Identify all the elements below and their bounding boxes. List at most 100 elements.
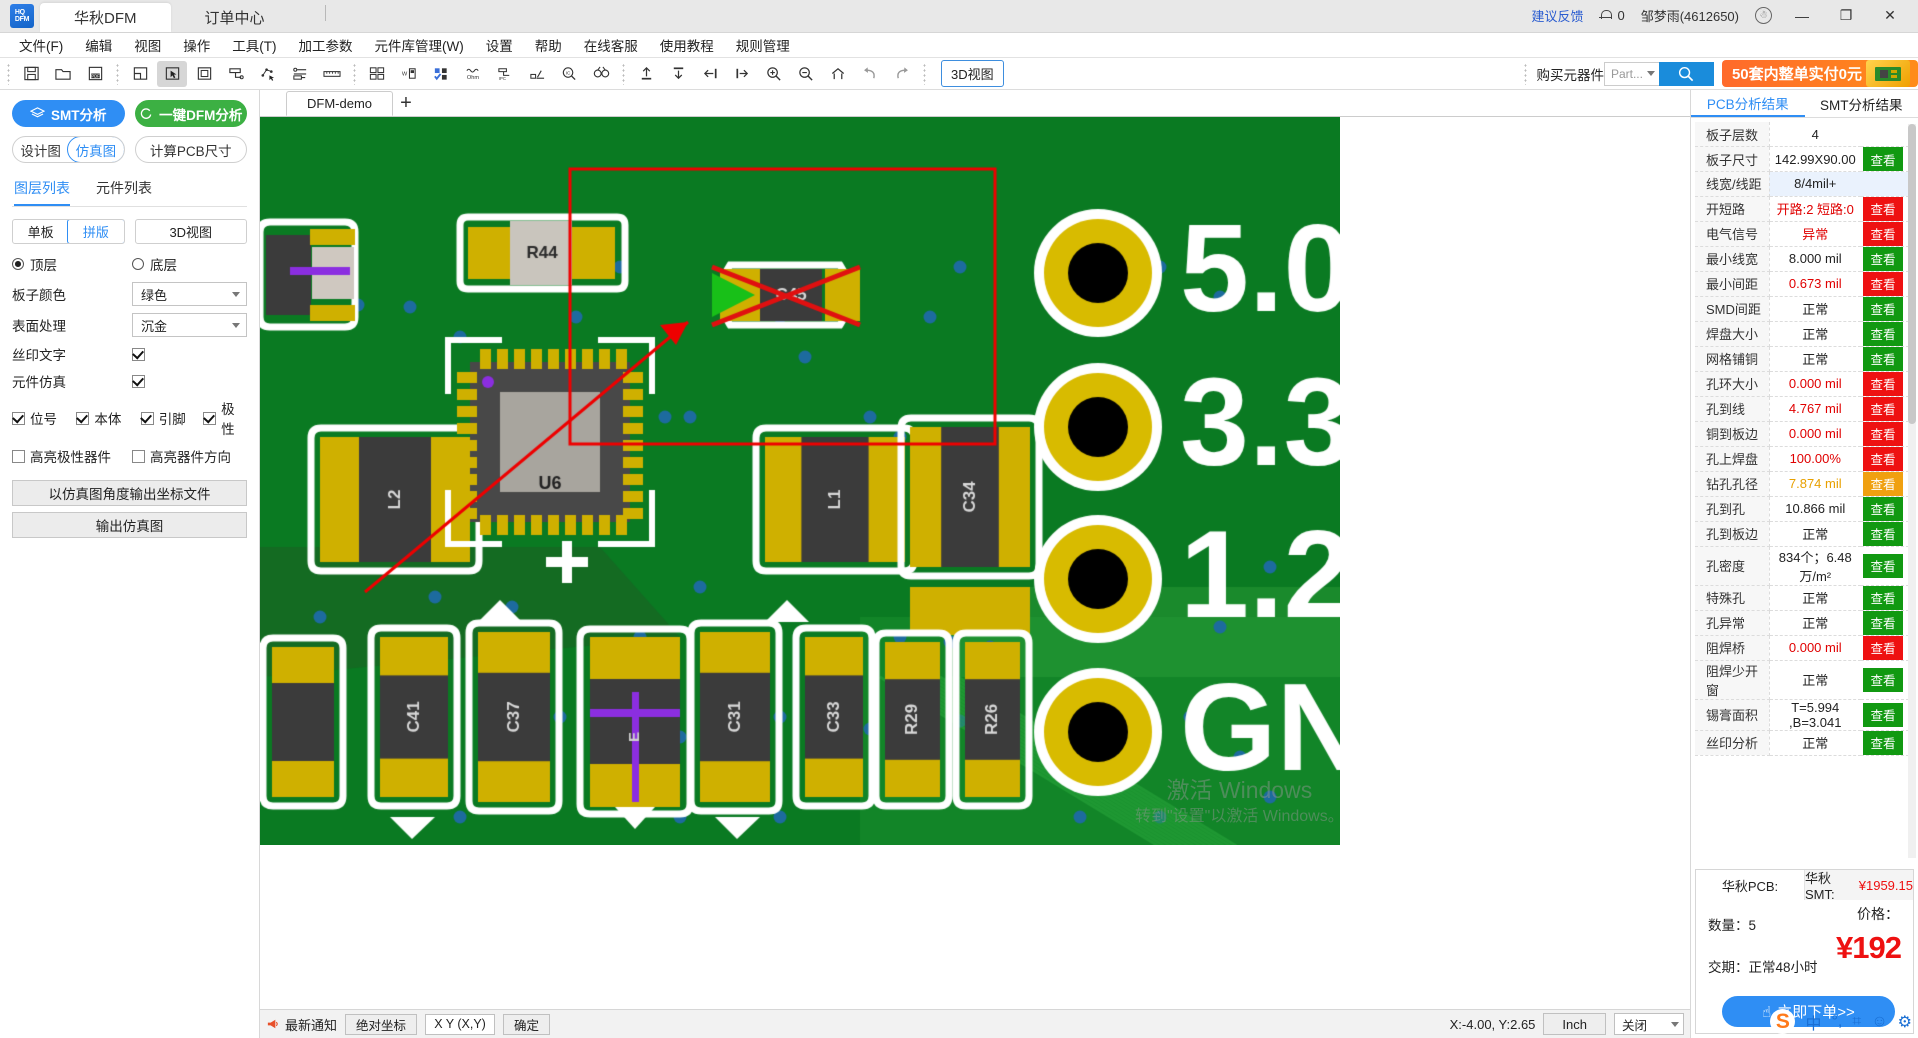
dfm-analysis-button[interactable]: 一键DFM分析 <box>135 100 248 127</box>
calc-pcb-size-button[interactable]: 计算PCB尺寸 <box>135 136 248 163</box>
close-button[interactable]: ✕ <box>1876 7 1904 24</box>
menu-view[interactable]: 视图 <box>123 32 172 58</box>
board-color-select[interactable]: 绿色 <box>132 282 247 306</box>
add-tab-button[interactable]: + <box>393 93 419 116</box>
menu-tutorial[interactable]: 使用教程 <box>649 32 725 58</box>
stencil-icon[interactable] <box>522 61 552 87</box>
top-align-icon[interactable] <box>631 61 661 87</box>
menu-process-params[interactable]: 加工参数 <box>288 32 364 58</box>
layer-compare-icon[interactable] <box>285 61 315 87</box>
export-coordinate-file-button[interactable]: 以仿真图角度输出坐标文件 <box>12 480 247 506</box>
smt-analysis-button[interactable]: SMT分析 <box>12 100 125 127</box>
view-button[interactable]: 查看 <box>1863 347 1902 371</box>
view-button[interactable]: 查看 <box>1863 472 1902 496</box>
part-category-select[interactable]: Part... <box>1604 62 1659 86</box>
menu-settings[interactable]: 设置 <box>475 32 524 58</box>
maximize-button[interactable]: ❐ <box>1832 7 1860 24</box>
latest-notice-button[interactable]: 最新通知 <box>266 1015 337 1034</box>
radio-top-layer[interactable]: 顶层 <box>12 254 132 274</box>
region-tool-icon[interactable] <box>221 61 251 87</box>
checkbox-designator[interactable]: 位号 <box>12 398 76 438</box>
tab-pcb-results[interactable]: PCB分析结果 <box>1691 90 1805 117</box>
toolbar-grip-4[interactable] <box>620 63 627 85</box>
export-pdf-icon[interactable]: PDF <box>80 61 110 87</box>
component-sim-checkbox[interactable] <box>132 375 145 388</box>
save-icon[interactable] <box>16 61 46 87</box>
toolbar-grip-6[interactable] <box>1522 63 1529 85</box>
bottom-align-icon[interactable] <box>663 61 693 87</box>
view-button[interactable]: 查看 <box>1863 422 1902 446</box>
menu-help[interactable]: 帮助 <box>524 32 573 58</box>
ime-emoji-icon[interactable]: ☺ <box>1871 1013 1887 1031</box>
ime-punctuation-icon[interactable]: °, <box>1831 1013 1842 1031</box>
view-button[interactable]: 查看 <box>1863 197 1902 221</box>
tab-layer-list[interactable]: 图层列表 <box>14 175 70 206</box>
ic-zoom-icon[interactable]: IC <box>554 61 584 87</box>
ipc-icon[interactable]: IPC <box>490 61 520 87</box>
view-button[interactable]: 查看 <box>1863 636 1902 660</box>
tab-smt-results[interactable]: SMT分析结果 <box>1805 90 1918 117</box>
view-button[interactable]: 查看 <box>1863 322 1902 346</box>
segment-panel-board[interactable]: 拼版 <box>67 219 124 244</box>
view-button[interactable]: 查看 <box>1863 522 1902 546</box>
notifications[interactable]: 0 <box>1599 8 1624 23</box>
left-align-icon[interactable] <box>695 61 725 87</box>
select-cursor-icon[interactable] <box>157 61 187 87</box>
view-button[interactable]: 查看 <box>1863 668 1902 692</box>
view-button[interactable]: 查看 <box>1863 272 1902 296</box>
view-3d-button[interactable]: 3D视图 <box>941 60 1004 87</box>
menu-operation[interactable]: 操作 <box>172 32 221 58</box>
status-dropdown[interactable]: 关闭 <box>1614 1013 1684 1035</box>
menu-library-manage[interactable]: 元件库管理(W) <box>364 32 475 58</box>
promo-banner[interactable]: 50套内整单实付0元 <box>1722 60 1918 87</box>
home-icon[interactable] <box>823 61 853 87</box>
smd-check-icon[interactable] <box>426 61 456 87</box>
feedback-link[interactable]: 建议反馈 <box>1531 6 1583 25</box>
checkbox-body[interactable]: 本体 <box>76 398 140 438</box>
view-button[interactable]: 查看 <box>1863 731 1902 755</box>
right-align-icon[interactable] <box>727 61 757 87</box>
ime-mode-chinese[interactable]: 中 <box>1805 1010 1821 1034</box>
view-button[interactable]: 查看 <box>1863 703 1902 727</box>
results-scrollbar-thumb[interactable] <box>1908 124 1916 424</box>
redo-icon[interactable] <box>887 61 917 87</box>
view-button[interactable]: 查看 <box>1863 297 1902 321</box>
checkbox-highlight-direction[interactable]: 高亮器件方向 <box>132 446 231 466</box>
view-button[interactable]: 查看 <box>1863 554 1902 578</box>
view-button[interactable]: 查看 <box>1863 397 1902 421</box>
dimension-icon[interactable]: W <box>394 61 424 87</box>
panel-layout-icon[interactable] <box>125 61 155 87</box>
toolbar-grip-3[interactable] <box>351 63 358 85</box>
ruler-icon[interactable] <box>317 61 347 87</box>
search-button[interactable] <box>1659 62 1714 86</box>
open-folder-icon[interactable] <box>48 61 78 87</box>
menu-rule-manage[interactable]: 规则管理 <box>725 32 801 58</box>
menu-file[interactable]: 文件(F) <box>8 32 74 58</box>
view-button[interactable]: 查看 <box>1863 222 1902 246</box>
ime-tools-icon[interactable]: ⚙ <box>1898 1012 1912 1032</box>
segment-design[interactable]: 设计图 <box>13 137 68 162</box>
unit-toggle-button[interactable]: Inch <box>1543 1013 1606 1035</box>
view-button[interactable]: 查看 <box>1863 586 1902 610</box>
checkbox-polarity[interactable]: 极性 <box>203 398 247 438</box>
zoom-in-icon[interactable] <box>759 61 789 87</box>
ime-keyboard-icon[interactable]: ⌗ <box>1852 1013 1861 1031</box>
export-simulation-image-button[interactable]: 输出仿真图 <box>12 512 247 538</box>
toolbar-grip-2[interactable] <box>114 63 121 85</box>
coordinate-input[interactable]: X Y (X,Y) <box>425 1014 495 1035</box>
user-avatar-icon[interactable]: ☃ <box>1755 7 1772 24</box>
menu-tools[interactable]: 工具(T) <box>221 32 287 58</box>
segment-simulation[interactable]: 仿真图 <box>67 136 124 163</box>
tab-component-list[interactable]: 元件列表 <box>96 175 152 206</box>
surface-finish-select[interactable]: 沉金 <box>132 313 247 337</box>
view-button[interactable]: 查看 <box>1863 447 1902 471</box>
checkbox-highlight-polar[interactable]: 高亮极性器件 <box>12 446 132 466</box>
segment-single-board[interactable]: 单板 <box>13 220 68 243</box>
view-3d-side-button[interactable]: 3D视图 <box>135 219 248 244</box>
compare-icon[interactable] <box>586 61 616 87</box>
view-button[interactable]: 查看 <box>1863 611 1902 635</box>
ohm-icon[interactable]: Ohm <box>458 61 488 87</box>
zoom-out-icon[interactable] <box>791 61 821 87</box>
toolbar-grip[interactable] <box>5 63 12 85</box>
document-tab-dfm-demo[interactable]: DFM-demo <box>286 91 393 116</box>
